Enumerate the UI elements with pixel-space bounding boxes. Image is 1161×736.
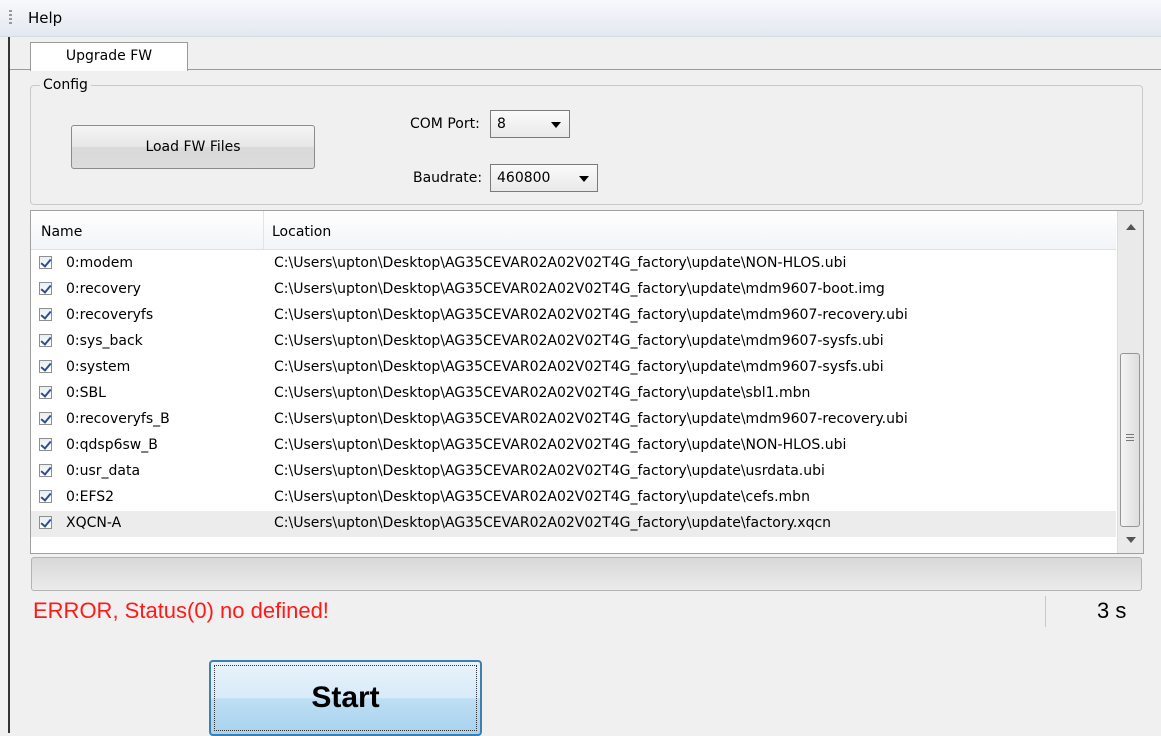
table-row[interactable]: 0:sys_back C:\Users\upton\Desktop\AG35CEV…	[31, 329, 1116, 355]
start-button[interactable]: Start	[209, 660, 482, 736]
row-checkbox[interactable]	[39, 256, 52, 269]
row-name: 0:recoveryfs_B	[66, 411, 170, 427]
row-name: 0:EFS2	[66, 489, 115, 505]
column-header-name[interactable]: Name	[41, 224, 82, 240]
row-name: XQCN-A	[66, 515, 122, 531]
row-location: C:\Users\upton\Desktop\AG35CEVAR02A02V02…	[274, 255, 847, 271]
row-checkbox[interactable]	[39, 308, 52, 321]
window-left-edge	[0, 37, 10, 733]
status-separator	[1045, 596, 1046, 627]
table-row[interactable]: 0:system C:\Users\upton\Desktop\AG35CEVAR…	[31, 355, 1116, 381]
load-fw-files-button[interactable]: Load FW Files	[71, 125, 315, 169]
row-name: 0:system	[66, 359, 131, 375]
table-row[interactable]: XQCN-A C:\Users\upton\Desktop\AG35CEVAR02…	[31, 511, 1116, 537]
row-name: 0:qdsp6sw_B	[66, 437, 158, 453]
row-name: 0:sys_back	[66, 333, 143, 349]
grip-icon	[1126, 434, 1134, 442]
com-port-select[interactable]: 8	[490, 110, 570, 138]
baudrate-value: 460800	[497, 170, 551, 186]
table-row[interactable]: 0:recoveryfs_B C:\Users\upton\Desktop\AG3…	[31, 407, 1116, 433]
config-group-title: Config	[40, 77, 91, 93]
column-header-location[interactable]: Location	[272, 224, 331, 240]
scroll-up-icon[interactable]	[1126, 224, 1136, 230]
toolbar-grip[interactable]	[9, 10, 12, 26]
row-location: C:\Users\upton\Desktop\AG35CEVAR02A02V02…	[274, 463, 825, 479]
vertical-scrollbar[interactable]	[1117, 211, 1143, 553]
menu-bar: Help	[0, 0, 1161, 37]
row-location: C:\Users\upton\Desktop\AG35CEVAR02A02V02…	[274, 333, 884, 349]
row-checkbox[interactable]	[39, 282, 52, 295]
tab-upgrade-fw[interactable]: Upgrade FW	[30, 42, 188, 71]
menu-item-help[interactable]: Help	[28, 9, 62, 27]
row-location: C:\Users\upton\Desktop\AG35CEVAR02A02V02…	[274, 489, 810, 505]
row-location: C:\Users\upton\Desktop\AG35CEVAR02A02V02…	[274, 437, 847, 453]
row-checkbox[interactable]	[39, 490, 52, 503]
table-header: Name Location	[31, 211, 1116, 250]
table-row[interactable]: 0:EFS2 C:\Users\upton\Desktop\AG35CEVAR02…	[31, 485, 1116, 511]
baudrate-label: Baudrate:	[413, 170, 483, 186]
row-checkbox[interactable]	[39, 386, 52, 399]
progress-bar	[31, 557, 1142, 591]
com-port-label: COM Port:	[410, 116, 480, 132]
row-checkbox[interactable]	[39, 412, 52, 425]
table-body: 0:modem C:\Users\upton\Desktop\AG35CEVAR0…	[31, 251, 1116, 537]
chevron-down-icon	[579, 176, 589, 182]
table-row[interactable]: 0:recoveryfs C:\Users\upton\Desktop\AG35C…	[31, 303, 1116, 329]
row-name: 0:recoveryfs	[66, 307, 154, 323]
table-row[interactable]: 0:usr_data C:\Users\upton\Desktop\AG35CEV…	[31, 459, 1116, 485]
column-separator[interactable]	[263, 211, 264, 249]
row-location: C:\Users\upton\Desktop\AG35CEVAR02A02V02…	[274, 385, 811, 401]
row-name: 0:SBL	[66, 385, 106, 401]
chevron-down-icon	[551, 122, 561, 128]
row-location: C:\Users\upton\Desktop\AG35CEVAR02A02V02…	[274, 411, 908, 427]
row-name: 0:usr_data	[66, 463, 141, 479]
status-message: ERROR, Status(0) no defined!	[33, 598, 329, 623]
baudrate-select[interactable]: 460800	[490, 164, 598, 192]
row-checkbox[interactable]	[39, 438, 52, 451]
table-row[interactable]: 0:recovery C:\Users\upton\Desktop\AG35CEV…	[31, 277, 1116, 303]
elapsed-time: 3 s	[1097, 598, 1127, 623]
row-checkbox[interactable]	[39, 464, 52, 477]
firmware-table: Name Location 0:modem C:\Users\upton\Desk…	[30, 210, 1144, 554]
row-checkbox[interactable]	[39, 360, 52, 373]
com-port-value: 8	[497, 116, 506, 132]
row-checkbox[interactable]	[39, 516, 52, 529]
scroll-down-icon[interactable]	[1126, 537, 1136, 543]
row-location: C:\Users\upton\Desktop\AG35CEVAR02A02V02…	[274, 359, 884, 375]
row-location: C:\Users\upton\Desktop\AG35CEVAR02A02V02…	[274, 307, 908, 323]
scrollbar-thumb[interactable]	[1120, 353, 1140, 527]
table-row[interactable]: 0:SBL C:\Users\upton\Desktop\AG35CEVAR02A…	[31, 381, 1116, 407]
row-name: 0:recovery	[66, 281, 141, 297]
table-row[interactable]: 0:modem C:\Users\upton\Desktop\AG35CEVAR0…	[31, 251, 1116, 277]
row-location: C:\Users\upton\Desktop\AG35CEVAR02A02V02…	[274, 281, 885, 297]
table-row[interactable]: 0:qdsp6sw_B C:\Users\upton\Desktop\AG35CE…	[31, 433, 1116, 459]
row-checkbox[interactable]	[39, 334, 52, 347]
row-location: C:\Users\upton\Desktop\AG35CEVAR02A02V02…	[274, 515, 832, 531]
row-name: 0:modem	[66, 255, 133, 271]
